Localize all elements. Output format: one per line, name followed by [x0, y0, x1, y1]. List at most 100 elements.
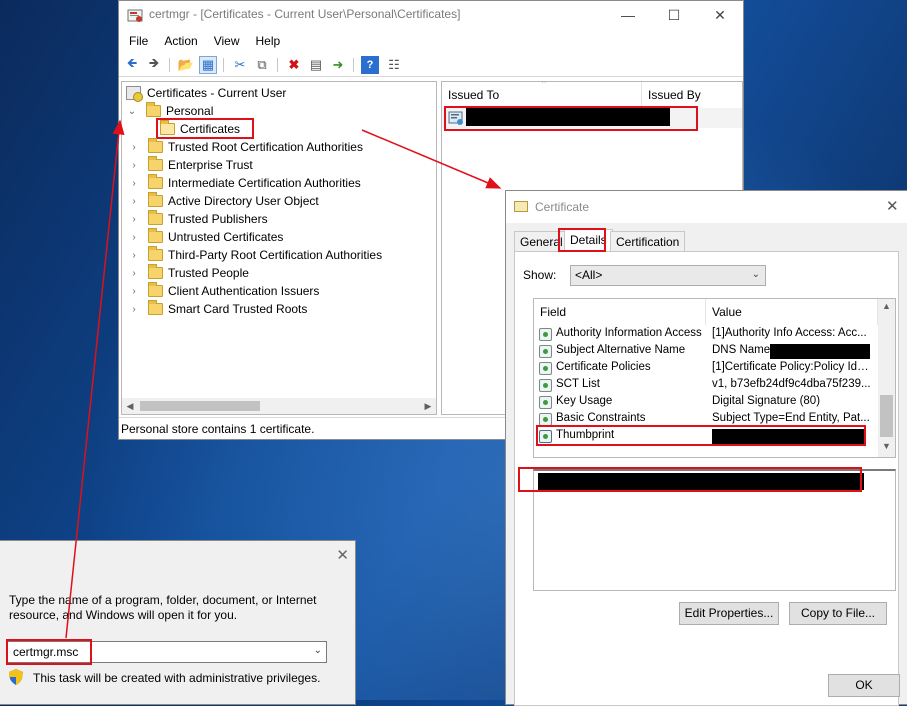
annotation-highlight-details-tab	[558, 228, 606, 252]
tree-item-untrusted[interactable]: › Untrusted Certificates	[128, 228, 283, 246]
redacted-dns-name	[770, 344, 870, 359]
field-icon	[539, 396, 552, 409]
field-name: Certificate Policies	[556, 361, 651, 373]
field-value: Digital Signature (80)	[712, 395, 821, 407]
tree-pane: Certificates - Current User ⌄ Personal C…	[121, 81, 437, 415]
toolbar-separator	[169, 58, 170, 72]
copy-icon[interactable]: ⧉	[253, 56, 271, 74]
menu-help[interactable]: Help	[250, 31, 287, 51]
properties-icon[interactable]: ▤	[307, 56, 325, 74]
chevron-down-icon[interactable]: ⌄	[314, 645, 322, 656]
field-row[interactable]: Subject Alternative Name DNS Name=	[534, 343, 879, 360]
chevron-right-icon[interactable]: ›	[128, 196, 140, 207]
chevron-right-icon[interactable]: ›	[128, 142, 140, 153]
field-icon	[539, 345, 552, 358]
folder-icon	[148, 174, 163, 189]
edit-properties-button[interactable]: Edit Properties...	[679, 602, 779, 625]
scrollbar-thumb[interactable]	[880, 395, 893, 437]
menu-view[interactable]: View	[208, 31, 246, 51]
column-field[interactable]: Field	[534, 299, 706, 325]
ok-button[interactable]: OK	[828, 674, 900, 697]
chevron-right-icon[interactable]: ›	[128, 178, 140, 189]
close-button[interactable]: ✕	[697, 1, 743, 29]
chevron-right-icon[interactable]: ›	[128, 214, 140, 225]
chevron-right-icon[interactable]: ›	[128, 250, 140, 261]
tree-item-trusted-root[interactable]: › Trusted Root Certification Authorities	[128, 138, 363, 156]
scrollbar-thumb[interactable]	[140, 401, 260, 411]
toolbar-separator	[223, 58, 224, 72]
maximize-icon: ☐	[667, 6, 681, 23]
column-value[interactable]: Value	[706, 299, 878, 325]
scroll-right-icon[interactable]: ▶	[420, 401, 436, 412]
toolbar-separator	[353, 58, 354, 72]
column-issued-by[interactable]: Issued By	[642, 82, 742, 106]
folder-icon	[148, 192, 163, 207]
chevron-right-icon[interactable]: ›	[128, 232, 140, 243]
column-issued-to[interactable]: Issued To	[442, 82, 642, 106]
action-pane-icon[interactable]: ☷	[385, 56, 403, 74]
toolbar-separator	[277, 58, 278, 72]
tree-item-root[interactable]: Certificates - Current User	[126, 84, 286, 102]
tree-item-enterprise-trust[interactable]: › Enterprise Trust	[128, 156, 253, 174]
back-icon[interactable]: 🡸	[123, 55, 141, 74]
export-list-icon[interactable]: ➜	[329, 56, 347, 74]
certmgr-titlebar: certmgr - [Certificates - Current User\P…	[119, 1, 743, 29]
tab-certification-path[interactable]: Certification Path	[610, 231, 686, 269]
tree-item-label: Client Authentication Issuers	[168, 284, 320, 298]
tree-horizontal-scrollbar[interactable]: ◀ ▶	[122, 398, 436, 414]
show-dropdown[interactable]: <All> ⌄	[570, 265, 766, 286]
copy-to-file-button[interactable]: Copy to File...	[789, 602, 887, 625]
scroll-down-icon[interactable]: ▼	[878, 441, 895, 451]
show-hide-tree-icon[interactable]: ▦	[199, 56, 217, 74]
forward-icon[interactable]: 🡺	[145, 55, 163, 74]
run-admin-note: This task will be created with administr…	[33, 671, 321, 685]
chevron-right-icon[interactable]: ›	[128, 268, 140, 279]
scroll-up-icon[interactable]: ▲	[878, 301, 895, 311]
folder-icon	[148, 282, 163, 297]
delete-icon[interactable]: ✖	[285, 56, 303, 74]
certificate-dialog: Certificate ✕ General Details Certificat…	[505, 190, 907, 706]
chevron-down-icon[interactable]: ⌄	[126, 106, 138, 117]
field-row[interactable]: Key Usage Digital Signature (80)	[534, 394, 879, 411]
field-value: v1, b73efb24df9c4dba75f239...	[712, 378, 871, 390]
field-name: SCT List	[556, 378, 600, 390]
tree-item-label: Intermediate Certification Authorities	[168, 176, 361, 190]
field-row[interactable]: SCT List v1, b73efb24df9c4dba75f239...	[534, 377, 879, 394]
field-value: Subject Type=End Entity, Pat...	[712, 412, 870, 424]
close-icon[interactable]: ✕	[336, 546, 349, 564]
scroll-left-icon[interactable]: ◀	[122, 401, 138, 412]
field-icon	[539, 362, 552, 375]
chevron-down-icon[interactable]: ⌄	[752, 269, 760, 280]
certificate-titlebar: Certificate ✕	[506, 191, 907, 223]
tree-item-smart-card-roots[interactable]: › Smart Card Trusted Roots	[128, 300, 307, 318]
chevron-right-icon[interactable]: ›	[128, 160, 140, 171]
folder-icon	[148, 246, 163, 261]
toolbar: 🡸 🡺 📂 ▦ ✂ ⧉ ✖ ▤ ➜ ? ☷	[119, 53, 743, 77]
up-folder-icon[interactable]: 📂	[177, 56, 195, 74]
folder-icon	[148, 300, 163, 315]
minimize-button[interactable]: —	[605, 1, 651, 29]
tree-item-trusted-publishers[interactable]: › Trusted Publishers	[128, 210, 268, 228]
fields-list: Field Value Authority Information Access…	[533, 298, 896, 458]
certificate-title: Certificate	[535, 200, 590, 214]
tree-item-third-party-root[interactable]: › Third-Party Root Certification Authori…	[128, 246, 382, 264]
annotation-highlight-run-input	[6, 639, 92, 665]
menu-action[interactable]: Action	[158, 31, 203, 51]
cut-icon[interactable]: ✂	[231, 56, 249, 74]
certmgr-app-icon	[127, 9, 143, 22]
help-icon[interactable]: ?	[361, 56, 379, 74]
menu-file[interactable]: File	[123, 31, 154, 51]
tree-item-label: Trusted People	[168, 266, 249, 280]
field-row[interactable]: Authority Information Access [1]Authorit…	[534, 326, 879, 343]
tree-item-trusted-people[interactable]: › Trusted People	[128, 264, 249, 282]
tree-item-client-auth-issuers[interactable]: › Client Authentication Issuers	[128, 282, 319, 300]
field-row[interactable]: Certificate Policies [1]Certificate Poli…	[534, 360, 879, 377]
tree-item-intermediate[interactable]: › Intermediate Certification Authorities	[128, 174, 361, 192]
close-icon[interactable]: ✕	[886, 197, 899, 215]
chevron-right-icon[interactable]: ›	[128, 286, 140, 297]
maximize-button[interactable]: ☐	[651, 1, 697, 29]
fields-vertical-scrollbar[interactable]: ▲ ▼	[878, 299, 895, 457]
field-icon	[539, 379, 552, 392]
tree-item-ad-user-object[interactable]: › Active Directory User Object	[128, 192, 319, 210]
chevron-right-icon[interactable]: ›	[128, 304, 140, 315]
